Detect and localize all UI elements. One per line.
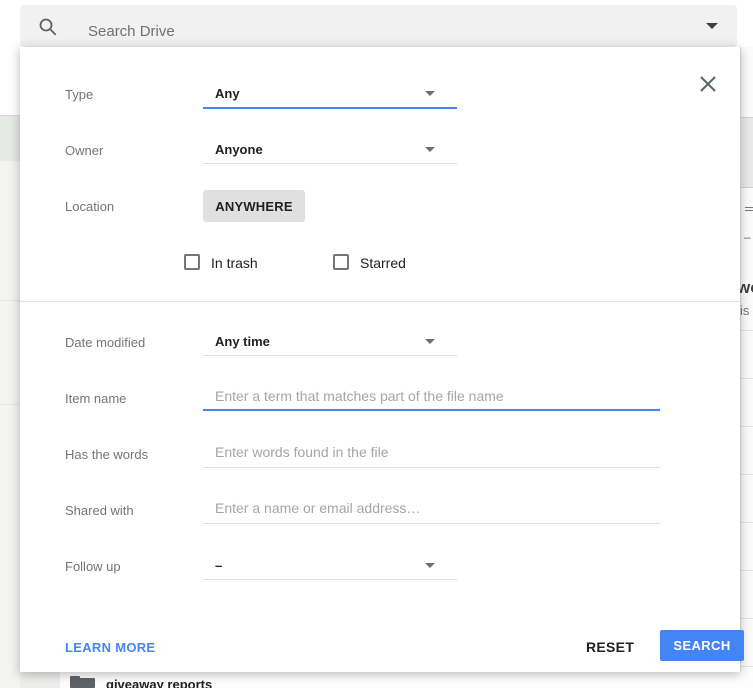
has-the-words-input[interactable]	[210, 441, 660, 463]
section-divider	[20, 301, 740, 302]
in-trash-checkbox[interactable]	[184, 254, 200, 270]
type-label: Type	[65, 87, 94, 102]
search-bar[interactable]: Search Drive	[20, 5, 737, 47]
type-dropdown-value: Any	[215, 86, 240, 101]
type-dropdown[interactable]: Any	[183, 79, 457, 107]
learn-more-link[interactable]: LEARN MORE	[65, 640, 155, 655]
chevron-down-icon	[425, 91, 435, 96]
owner-dropdown[interactable]: Anyone	[183, 135, 457, 163]
date-modified-dropdown-value: Any time	[215, 334, 270, 349]
search-options-caret-icon[interactable]	[706, 23, 718, 29]
location-anywhere-button[interactable]: ANYWHERE	[203, 190, 305, 222]
starred-label: Starred	[360, 255, 406, 271]
owner-label: Owner	[65, 143, 104, 158]
background-text-fragment: is	[740, 303, 750, 318]
background-folder-name: giveaway reports	[106, 677, 213, 688]
advanced-search-panel: Type Any Owner Anyone Location ANYWHERE …	[20, 47, 744, 672]
has-the-words-underline	[203, 467, 660, 468]
chevron-down-icon	[425, 339, 435, 344]
background-divider	[0, 300, 20, 301]
background-sidebar-selected-band	[0, 116, 20, 161]
item-name-label: Item name	[65, 391, 127, 406]
chevron-down-icon	[425, 563, 435, 568]
has-the-words-label: Has the words	[65, 447, 149, 462]
shared-with-input[interactable]	[210, 497, 660, 519]
background-divider	[0, 404, 20, 405]
search-input-placeholder[interactable]: Search Drive	[88, 23, 175, 40]
background-tiny-text-fragment	[745, 207, 753, 212]
background-right-card-edge	[741, 117, 753, 188]
follow-up-label: Follow up	[65, 559, 121, 574]
reset-button[interactable]: RESET	[586, 639, 634, 655]
chevron-down-icon	[425, 147, 435, 152]
item-name-input[interactable]	[210, 385, 660, 407]
location-label: Location	[65, 199, 115, 214]
in-trash-label: In trash	[211, 255, 258, 271]
follow-up-dropdown[interactable]: –	[183, 551, 457, 579]
starred-checkbox[interactable]	[333, 254, 349, 270]
shared-with-underline	[203, 523, 660, 524]
background-bottom-sidebar-edge	[20, 672, 60, 688]
item-name-underline-focused	[203, 409, 660, 411]
date-modified-underline	[203, 355, 457, 356]
owner-dropdown-value: Anyone	[215, 142, 263, 157]
background-text-fragment: –	[744, 230, 751, 244]
date-modified-dropdown[interactable]: Any time	[183, 327, 457, 355]
folder-icon	[70, 676, 95, 688]
type-dropdown-underline	[203, 107, 457, 109]
follow-up-dropdown-value: –	[215, 558, 223, 573]
shared-with-label: Shared with	[65, 503, 134, 518]
owner-dropdown-underline	[203, 163, 457, 164]
date-modified-label: Date modified	[65, 335, 146, 350]
screen: – wo is giveaway reports Search Drive Ty…	[0, 0, 753, 688]
search-icon[interactable]	[38, 17, 58, 37]
background-left-strip	[0, 115, 20, 688]
search-button[interactable]: SEARCH	[660, 630, 744, 661]
close-icon[interactable]	[699, 75, 717, 93]
follow-up-underline	[203, 579, 457, 580]
